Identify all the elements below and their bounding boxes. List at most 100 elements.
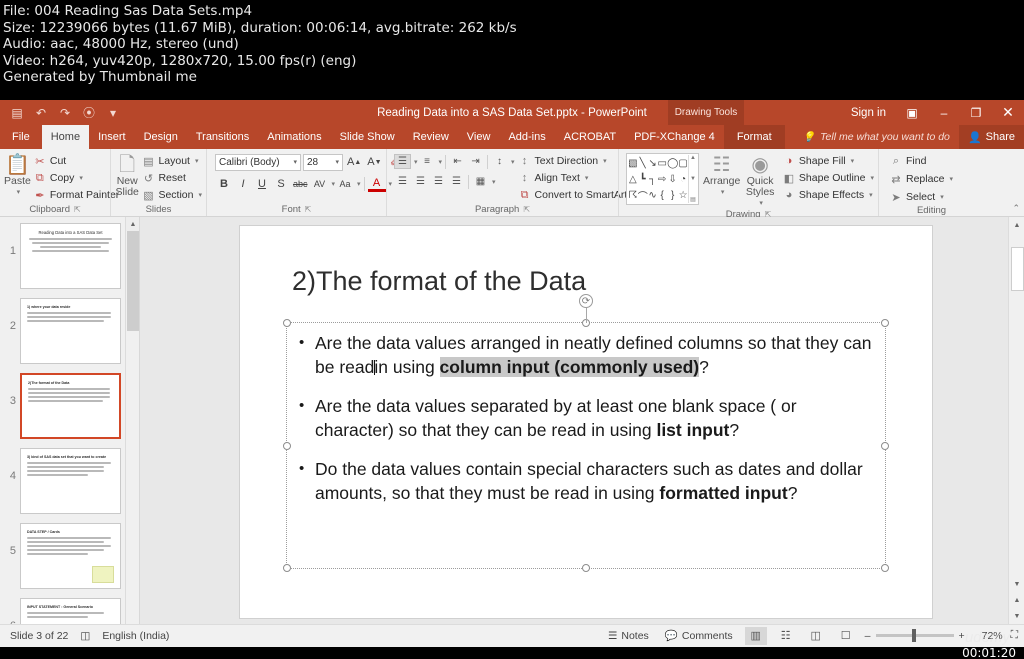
tab-review[interactable]: Review (404, 125, 458, 149)
shapes-scrollbar[interactable]: ▲ ▼ ▤ (687, 155, 697, 203)
shape-textbox-icon[interactable]: ▧ (628, 158, 637, 169)
shape-star-icon[interactable]: ☆ (679, 190, 688, 201)
list-item[interactable]: 4 3) kind of SAS data set that you want … (0, 442, 125, 517)
shape-left-brace-icon[interactable]: { (661, 190, 664, 201)
tab-format[interactable]: Format (723, 125, 785, 149)
text-shadow-button[interactable]: S (272, 175, 290, 193)
tab-add-ins[interactable]: Add-ins (499, 125, 554, 149)
numbering-button[interactable]: ≡ (419, 154, 436, 169)
shapes-gallery[interactable]: ▧ ╲ ↘ ▭ ◯ ▢ △ ┗ ┐ ⇨ ⇩ ◔ ☈ ⌒ ∿ {} ☆ ▲ ▼ … (626, 153, 699, 205)
next-slide-icon[interactable]: ▲ (1009, 592, 1024, 608)
shapes-scroll-up-icon[interactable]: ▲ (690, 155, 696, 161)
shape-rounded-rect-icon[interactable]: ▢ (678, 158, 687, 169)
thumbnail-slide-5[interactable]: DATA STEP / Cards (20, 523, 121, 589)
zoom-slider[interactable]: – + (865, 629, 965, 642)
share-button[interactable]: 👤 Share (958, 125, 1024, 149)
thumbnail-slide-3-selected[interactable]: 2)The format of the Data (20, 373, 121, 439)
close-icon[interactable]: ✕ (992, 100, 1024, 125)
replace-caret-icon[interactable]: ▾ (950, 175, 954, 183)
shape-fill-button[interactable]: ◑ Shape Fill ▾ (782, 153, 874, 169)
character-spacing-caret-icon[interactable]: ▾ (332, 180, 336, 188)
tab-animations[interactable]: Animations (258, 125, 330, 149)
align-center-button[interactable]: ☰ (412, 174, 429, 189)
bullets-button[interactable]: ☰ (394, 154, 411, 169)
paragraph-dialog-launcher-icon[interactable]: ⇱ (523, 205, 530, 214)
bold-button[interactable]: B (215, 175, 233, 193)
notes-button[interactable]: ☰ Notes (604, 627, 653, 645)
grow-font-button[interactable]: A ▲ (345, 153, 363, 171)
bullets-caret-icon[interactable]: ▾ (414, 158, 418, 166)
columns-button[interactable]: ▦ (472, 174, 489, 189)
shape-line-icon[interactable]: ╲ (640, 158, 646, 169)
sign-in-button[interactable]: Sign in (841, 107, 896, 119)
shape-arrow-icon[interactable]: ↘ (648, 158, 656, 169)
character-spacing-button[interactable]: AV (311, 175, 329, 193)
copy-caret-icon[interactable]: ▾ (79, 174, 83, 182)
thumbnail-scroll-up-icon[interactable]: ▲ (126, 217, 139, 231)
language-indicator[interactable]: English (India) (102, 630, 169, 642)
shape-outline-caret-icon[interactable]: ▾ (870, 174, 874, 182)
rotate-handle-icon[interactable]: ⟳ (579, 294, 593, 308)
thumbnail-slide-2[interactable]: 1) where your data reside (20, 298, 121, 364)
bullet-text-2[interactable]: Are the data values separated by at leas… (315, 394, 875, 442)
shape-arc-icon[interactable]: ⌒ (638, 188, 648, 203)
resize-handle-middle-left[interactable] (283, 441, 291, 450)
list-item[interactable]: 6 INPUT STATEMENT : General Scenario (0, 592, 125, 624)
format-painter-button[interactable]: ✒ Format Painter (33, 187, 119, 203)
shape-right-arrow-icon[interactable]: ⇨ (658, 174, 666, 185)
tab-design[interactable]: Design (135, 125, 187, 149)
tell-me-search[interactable]: 💡 Tell me what you want to do (795, 125, 958, 149)
shape-connector-icon[interactable]: ┐ (649, 174, 656, 185)
resize-handle-top-right[interactable] (881, 319, 889, 327)
resize-handle-bottom-left[interactable] (283, 564, 291, 572)
clipboard-dialog-launcher-icon[interactable]: ⇱ (74, 205, 81, 214)
tab-home[interactable]: Home (41, 125, 90, 149)
canvas-scroll-up-icon[interactable]: ▲ (1009, 217, 1024, 233)
minimize-icon[interactable]: – (928, 100, 960, 125)
increase-indent-button[interactable]: ⇥ (467, 154, 484, 169)
list-item[interactable]: • Are the data values arranged in neatly… (299, 331, 875, 379)
select-button[interactable]: ➤ Select ▾ (889, 189, 953, 205)
numbering-caret-icon[interactable]: ▾ (439, 158, 443, 166)
tab-pdf-xchange[interactable]: PDF-XChange 4 (625, 125, 724, 149)
underline-button[interactable]: U (253, 175, 271, 193)
copy-button[interactable]: ⧉ Copy ▾ (33, 170, 119, 186)
slide-title[interactable]: 2)The format of the Data (292, 266, 892, 297)
spellcheck-icon[interactable]: ◫ (80, 630, 90, 642)
layout-button[interactable]: ▤ Layout ▾ (141, 153, 202, 169)
list-item[interactable]: 5 DATA STEP / Cards (0, 517, 125, 592)
columns-caret-icon[interactable]: ▾ (492, 178, 496, 186)
font-dialog-launcher-icon[interactable]: ⇱ (305, 205, 312, 214)
reading-view-button[interactable]: ◫ (805, 627, 827, 645)
tab-transitions[interactable]: Transitions (187, 125, 258, 149)
justify-button[interactable]: ☰ (448, 174, 465, 189)
decrease-indent-button[interactable]: ⇤ (449, 154, 466, 169)
shape-right-brace-icon[interactable]: } (671, 190, 674, 201)
redo-icon[interactable]: ↷ (54, 102, 76, 123)
shape-down-arrow-icon[interactable]: ⇩ (668, 174, 676, 185)
select-caret-icon[interactable]: ▾ (940, 193, 944, 201)
list-item[interactable]: • Do the data values contain special cha… (299, 457, 875, 505)
save-icon[interactable]: ▤ (6, 102, 28, 123)
shrink-font-button[interactable]: A ▼ (365, 153, 383, 171)
resize-handle-middle-right[interactable] (881, 441, 889, 450)
section-caret-icon[interactable]: ▾ (198, 191, 202, 199)
zoom-track[interactable] (875, 629, 954, 642)
font-size-input[interactable]: 28 ▾ (303, 153, 343, 171)
shape-triangle-icon[interactable]: △ (629, 174, 637, 185)
tab-acrobat[interactable]: ACROBAT (555, 125, 625, 149)
list-item[interactable]: 2 1) where your data reside (0, 292, 125, 367)
resize-handle-bottom-center[interactable] (582, 564, 590, 572)
slideshow-button[interactable]: ☐ (835, 627, 857, 645)
font-name-chevron-down-icon[interactable]: ▾ (293, 158, 297, 166)
thumbnail-slide-4[interactable]: 3) kind of SAS data set that you want to… (20, 448, 121, 514)
bullet-text-1[interactable]: Are the data values arranged in neatly d… (315, 331, 875, 379)
slide-indicator[interactable]: Slide 3 of 22 (10, 630, 68, 642)
resize-handle-bottom-right[interactable] (881, 564, 889, 572)
align-right-button[interactable]: ☰ (430, 174, 447, 189)
thumbnail-slide-1[interactable]: Reading Data into a SAS Data Set (20, 223, 121, 289)
font-name-input[interactable]: Calibri (Body) ▾ (215, 153, 301, 171)
replace-button[interactable]: ⇄ Replace ▾ (889, 171, 953, 187)
slide-thumbnail-pane[interactable]: 1 Reading Data into a SAS Data Set 2 1) … (0, 217, 140, 624)
new-slide-button[interactable]: 🗋 New Slide (115, 153, 139, 198)
